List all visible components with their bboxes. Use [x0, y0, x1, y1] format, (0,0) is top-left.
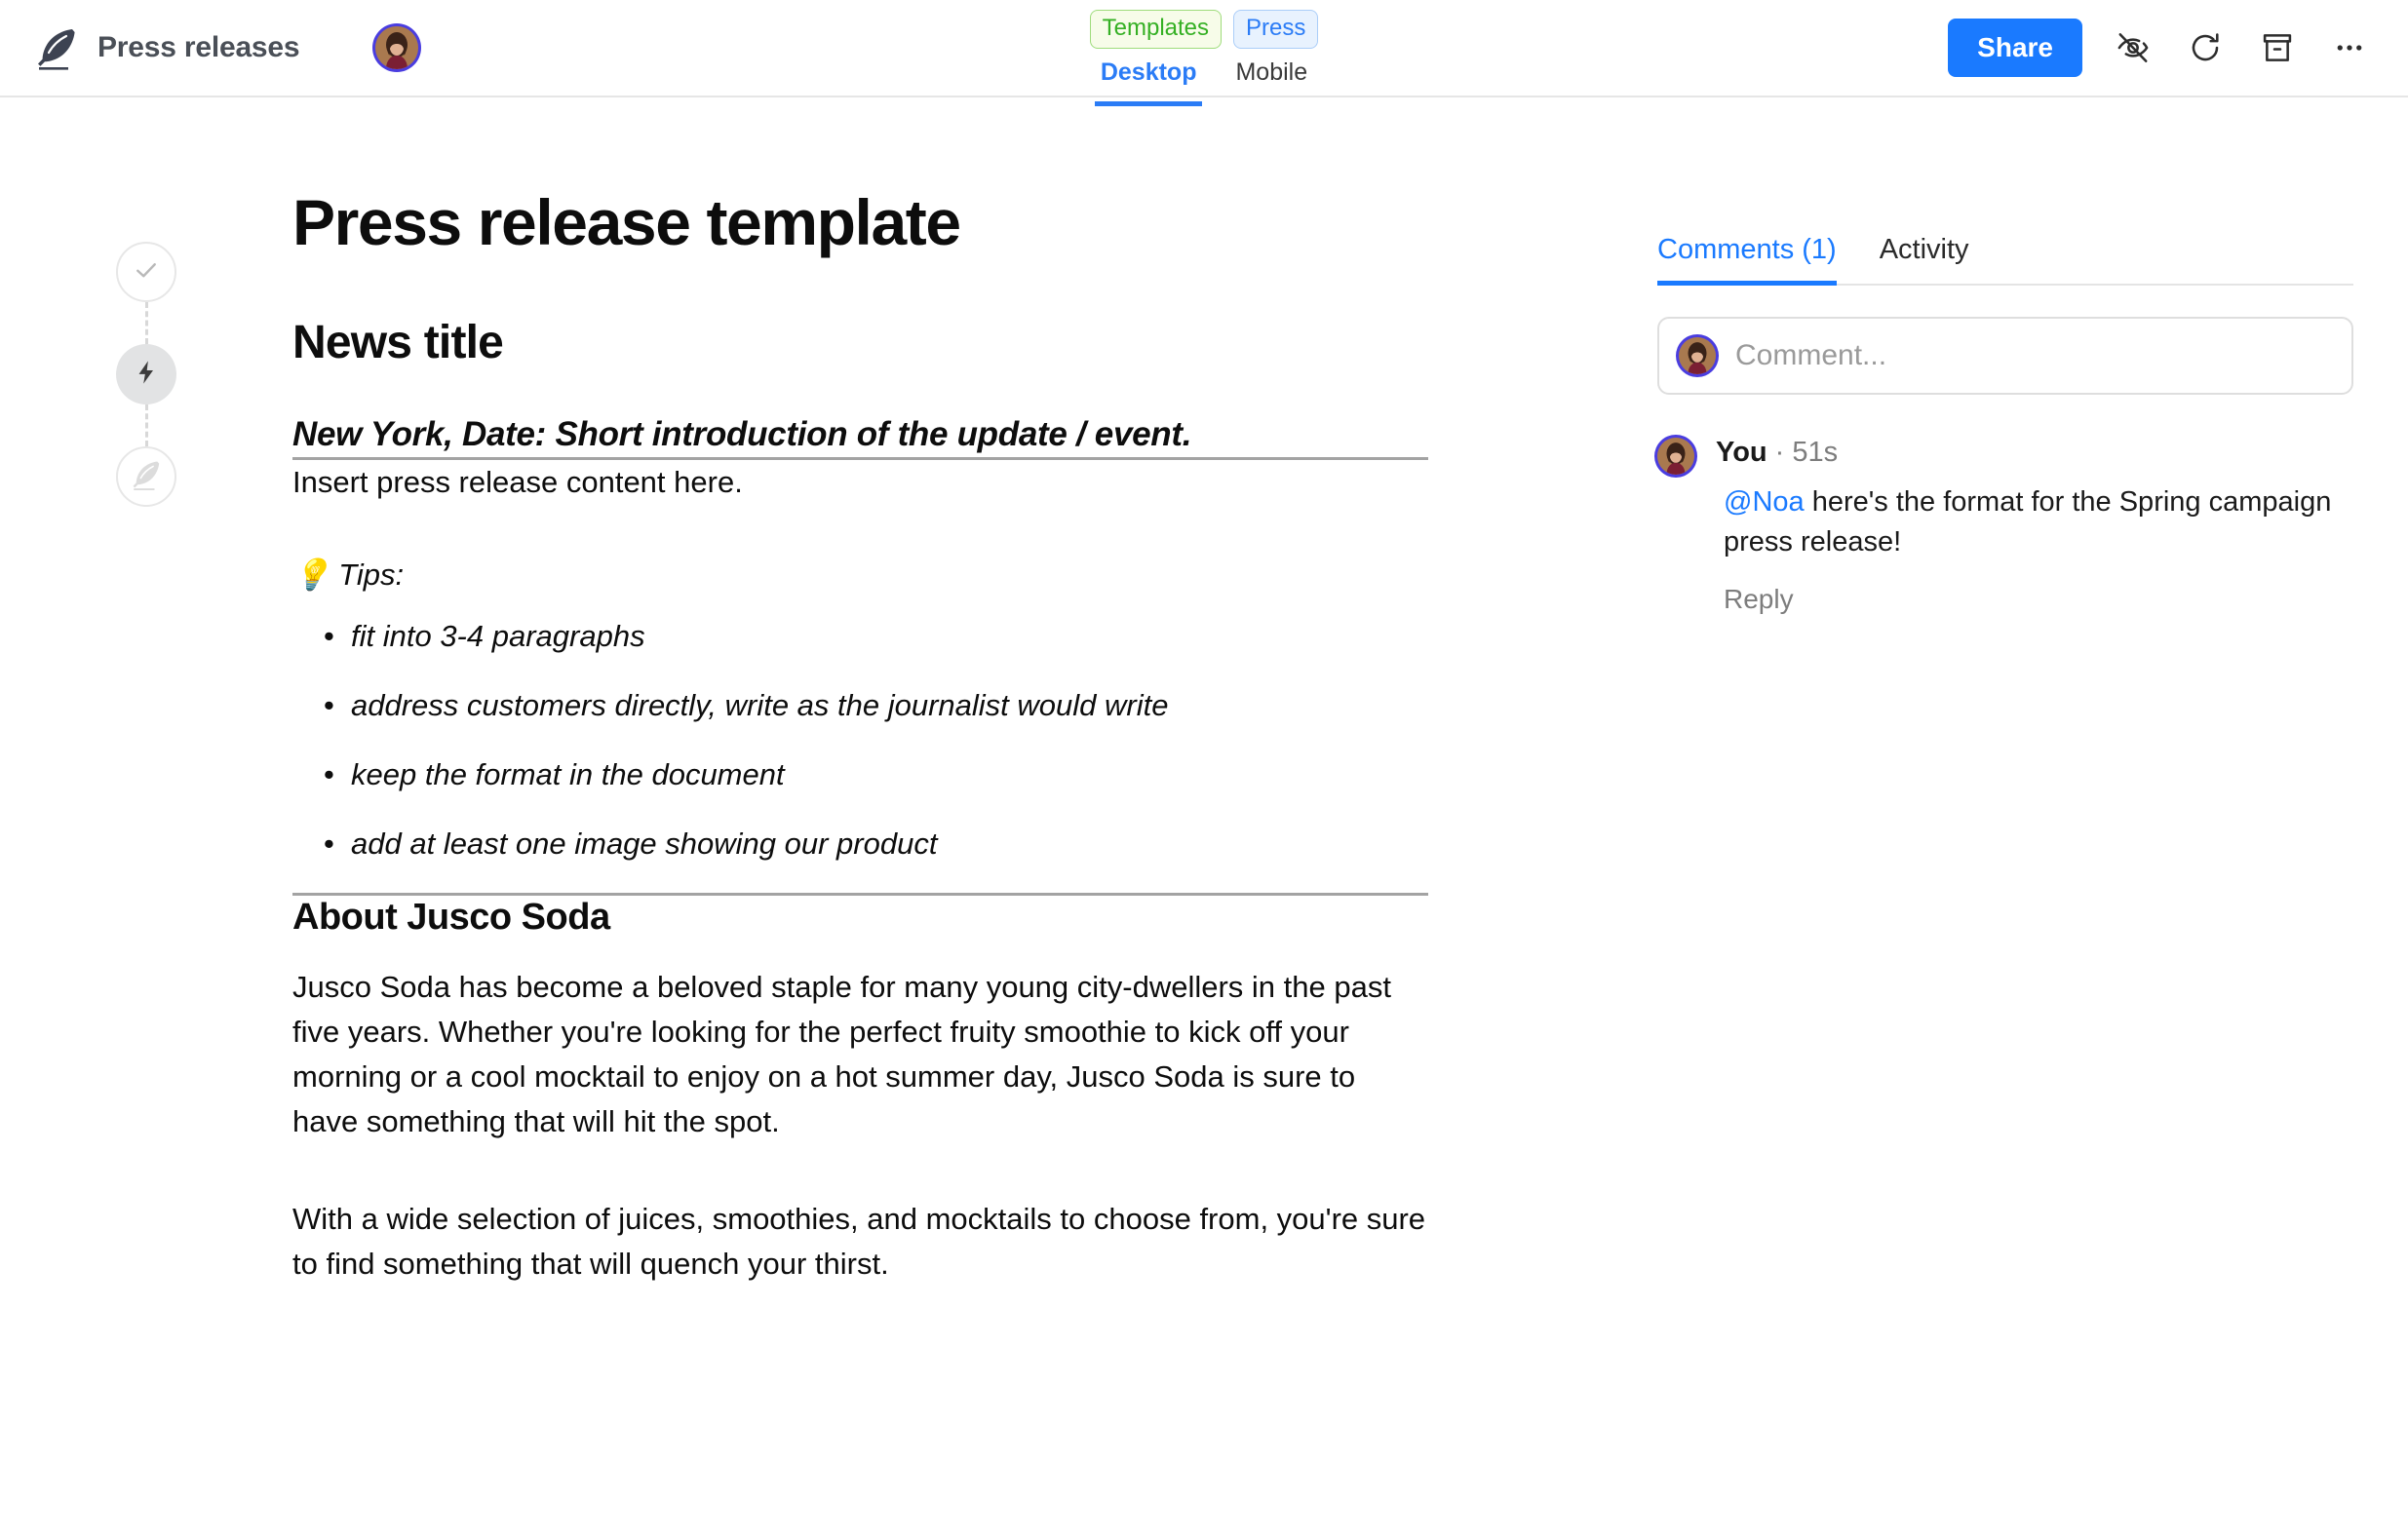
lightning-bolt-icon	[133, 359, 160, 391]
workspace: Press release template News title New Yo…	[0, 97, 2408, 1538]
about-paragraph-1: Jusco Soda has become a beloved staple f…	[292, 970, 1391, 1139]
step-automation[interactable]	[116, 344, 176, 404]
brand-area[interactable]: Press releases	[0, 24, 300, 71]
tab-desktop[interactable]: Desktop	[1094, 58, 1203, 106]
document-body[interactable]: Press release template News title New Yo…	[292, 186, 1428, 1287]
tab-comments[interactable]: Comments (1)	[1657, 234, 1837, 286]
comment-meta: You · 51s	[1716, 437, 2353, 469]
view-mode-tabs: Desktop Mobile	[1094, 58, 1307, 106]
feather-quill-icon	[33, 24, 80, 71]
comment-text-rest: here's the format for the Spring campaig…	[1724, 485, 2332, 558]
heading-news-title: News title	[292, 316, 504, 368]
workflow-rail	[0, 97, 292, 1538]
list-item: keep the format in the document	[324, 754, 1428, 795]
step-check[interactable]	[116, 242, 176, 302]
tab-mobile[interactable]: Mobile	[1235, 58, 1307, 106]
tab-activity[interactable]: Activity	[1880, 234, 1969, 284]
lightbulb-icon: 💡	[292, 558, 330, 593]
header-avatar[interactable]	[375, 26, 419, 69]
document-column: Press release template News title New Yo…	[292, 97, 1657, 1538]
intro-paragraph: New York, Date: Short introduction of th…	[292, 415, 1192, 454]
check-icon	[132, 255, 161, 289]
mention-link[interactable]: @Noa	[1724, 486, 1805, 518]
feather-quill-icon	[130, 458, 163, 496]
list-item: address customers directly, write as the…	[324, 685, 1428, 726]
tag-templates[interactable]: Templates	[1089, 10, 1223, 49]
list-item: add at least one image showing our produ…	[324, 824, 1428, 865]
top-header-bar: Press releases Templates Press Desktop M…	[0, 0, 2408, 106]
document-tags: Templates Press	[1089, 10, 1319, 49]
comment-item: You · 51s @Noa here's the format for the …	[1657, 437, 2353, 615]
tips-label-text: Tips:	[338, 558, 405, 593]
refresh-icon[interactable]	[2184, 26, 2227, 69]
tips-label: 💡 Tips:	[292, 557, 1428, 593]
comment-text: @Noa here's the format for the Spring ca…	[1724, 482, 2353, 562]
eye-off-icon[interactable]	[2112, 26, 2155, 69]
document-title: Press release template	[292, 186, 961, 258]
comments-panel: Comments (1) Activity Comment... You · 5…	[1657, 97, 2408, 1538]
share-button[interactable]: Share	[1948, 19, 2082, 77]
page-title: Press releases	[97, 31, 300, 63]
comment-author: You	[1716, 437, 1767, 468]
comment-input[interactable]: Comment...	[1657, 317, 2353, 395]
step-draft[interactable]	[116, 446, 176, 507]
comment-input-placeholder: Comment...	[1735, 339, 1887, 371]
avatar	[1679, 337, 1716, 374]
about-section: Jusco Soda has become a beloved staple f…	[292, 965, 1428, 1286]
tips-list: fit into 3-4 paragraphs address customer…	[292, 616, 1428, 864]
avatar	[1657, 438, 1694, 475]
comment-body: You · 51s @Noa here's the format for the …	[1716, 437, 2353, 615]
tag-press[interactable]: Press	[1233, 10, 1319, 49]
header-actions: Share	[1948, 19, 2408, 77]
more-horizontal-icon[interactable]	[2328, 26, 2371, 69]
rail-connector	[144, 404, 148, 446]
reply-button[interactable]: Reply	[1724, 584, 1794, 615]
comment-timestamp: · 51s	[1774, 437, 1839, 468]
avatar	[375, 26, 419, 69]
list-item: fit into 3-4 paragraphs	[324, 616, 1428, 657]
archive-icon[interactable]	[2256, 26, 2299, 69]
about-paragraph-2: With a wide selection of juices, smoothi…	[292, 1201, 1426, 1281]
content-placeholder-paragraph: Insert press release content here.	[292, 464, 743, 499]
rail-connector	[144, 302, 148, 344]
comments-tabs: Comments (1) Activity	[1657, 234, 2353, 286]
heading-about: About Jusco Soda	[292, 896, 610, 938]
